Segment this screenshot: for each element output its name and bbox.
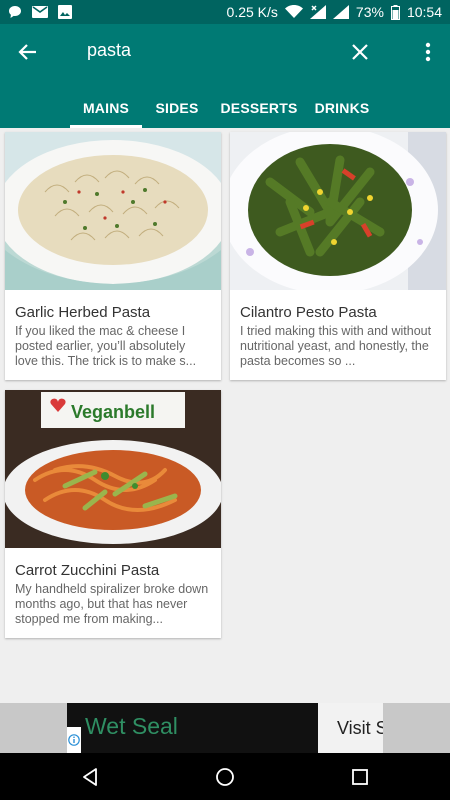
- notification-icons: [8, 5, 72, 19]
- square-recents-icon: [352, 769, 368, 785]
- more-vertical-icon: [425, 42, 431, 62]
- nav-home-button[interactable]: [209, 761, 241, 793]
- search-input[interactable]: pasta: [87, 40, 131, 61]
- recipe-title: Cilantro Pesto Pasta: [240, 304, 377, 321]
- recipe-card[interactable]: Veganbell Carrot Zucchini Pasta My handh…: [5, 390, 221, 638]
- ad-banner[interactable]: Wet Seal Visit S: [0, 703, 450, 753]
- image-notification-icon: [58, 5, 72, 19]
- battery-percent: 73%: [355, 4, 384, 20]
- recipe-image: [230, 132, 446, 290]
- ad-info-icon[interactable]: [67, 727, 81, 753]
- recipe-title: Garlic Herbed Pasta: [15, 304, 151, 321]
- signal-icon: [332, 5, 349, 19]
- tab-mains[interactable]: MAINS: [70, 88, 142, 128]
- recipe-description: If you liked the mac & cheese I posted e…: [15, 324, 197, 368]
- triangle-back-icon: [83, 768, 97, 786]
- category-tabs: MAINS SIDES DESSERTS DRINKS: [0, 88, 450, 128]
- system-status: 0.25 K/s 73% 10:54: [227, 4, 442, 20]
- wifi-icon: [284, 5, 303, 18]
- close-icon: [352, 44, 368, 60]
- recipe-grid: Garlic Herbed Pasta If you liked the mac…: [0, 128, 450, 703]
- recipe-card[interactable]: Garlic Herbed Pasta If you liked the mac…: [5, 132, 221, 380]
- recipe-description: My handheld spiralizer broke down months…: [15, 582, 209, 626]
- recipe-title: Carrot Zucchini Pasta: [15, 562, 160, 579]
- recipe-card[interactable]: Cilantro Pesto Pasta I tried making this…: [230, 132, 446, 380]
- app-bar: pasta MAINS SIDES DESSERTS DRINKS: [0, 24, 450, 128]
- recipe-image: [5, 132, 221, 290]
- mail-notification-icon: [32, 6, 48, 18]
- nav-back-button[interactable]: [74, 761, 106, 793]
- signal-x-icon: [309, 5, 326, 19]
- nav-recents-button[interactable]: [344, 761, 376, 793]
- battery-icon: [390, 4, 400, 20]
- clear-search-button[interactable]: [346, 38, 374, 66]
- chat-notification-icon: [9, 6, 21, 18]
- status-bar: 0.25 K/s 73% 10:54: [0, 0, 450, 24]
- veganbell-logo: Veganbell: [71, 402, 155, 422]
- back-button[interactable]: [14, 38, 42, 66]
- tab-drinks[interactable]: DRINKS: [308, 88, 376, 128]
- system-nav-bar: [0, 753, 450, 800]
- ad-content[interactable]: Wet Seal Visit S: [67, 703, 383, 753]
- ad-brand: Wet Seal: [85, 713, 178, 739]
- tab-desserts[interactable]: DESSERTS: [218, 88, 300, 128]
- clock: 10:54: [406, 4, 442, 20]
- ad-visit-button[interactable]: Visit S: [318, 703, 383, 753]
- overflow-menu-button[interactable]: [416, 38, 440, 66]
- arrow-left-icon: [18, 44, 36, 60]
- network-speed: 0.25 K/s: [226, 4, 278, 20]
- circle-home-icon: [216, 768, 234, 786]
- recipe-description: I tried making this with and without nut…: [240, 324, 432, 368]
- recipe-image: Veganbell: [5, 390, 221, 548]
- tab-sides[interactable]: SIDES: [146, 88, 208, 128]
